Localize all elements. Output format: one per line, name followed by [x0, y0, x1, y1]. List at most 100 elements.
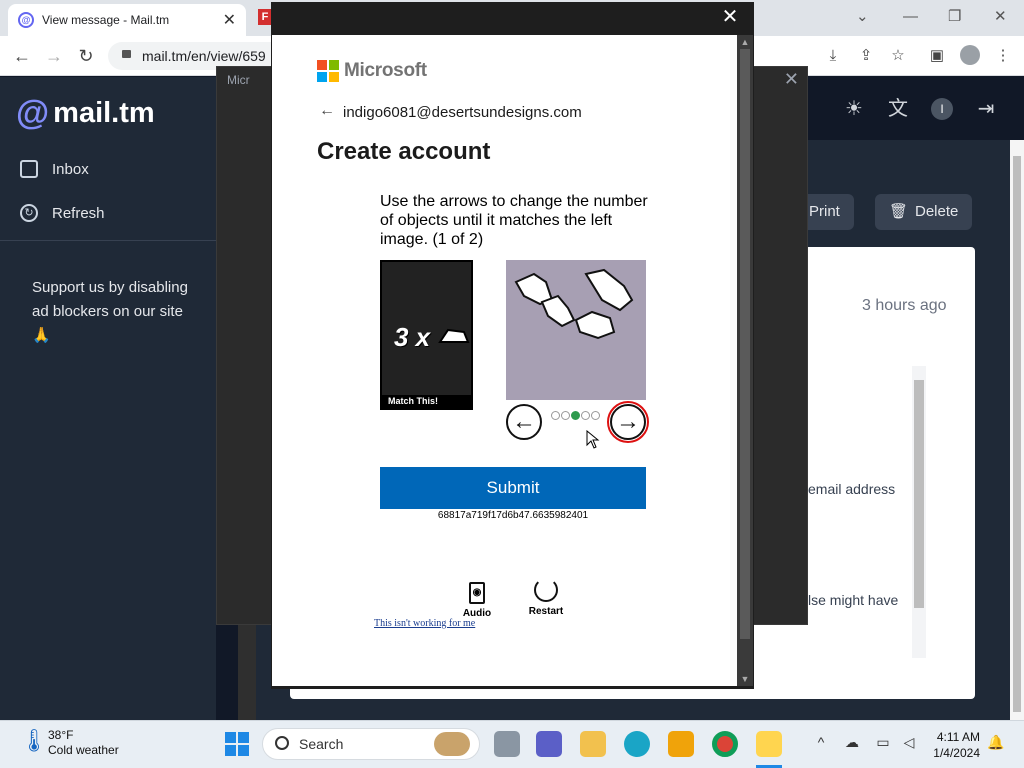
scrollbar-thumb[interactable] [914, 380, 924, 608]
session-id: 68817a719f17d6b47.6635982401 [437, 510, 589, 521]
notification-bell-icon[interactable]: 🔔 [986, 734, 1006, 751]
clock-date: 1/4/2024 [933, 746, 980, 760]
dialog-title: Micr [227, 73, 250, 87]
progress-dots [551, 411, 600, 420]
arrow-right-button[interactable]: → [607, 401, 649, 443]
submit-button[interactable]: Submit [380, 467, 646, 509]
search-highlight-icon [434, 732, 470, 756]
volume-icon[interactable]: ◁ [899, 734, 919, 751]
sidebar-item-label: Inbox [52, 160, 89, 178]
scrollbar-thumb[interactable] [1013, 156, 1021, 712]
edge-browser-icon[interactable] [624, 731, 650, 757]
at-logo-icon: @ [16, 94, 50, 132]
microsoft-wordmark: Microsoft [344, 60, 427, 81]
refresh-icon: ↻ [20, 204, 38, 222]
captcha-target-image: 3 x Match This! [380, 260, 473, 410]
close-window-icon[interactable]: ✕ [994, 0, 1007, 32]
back-icon[interactable]: ← [10, 44, 34, 68]
page-scrollbar[interactable] [1010, 140, 1024, 720]
message-scrollbar[interactable] [912, 366, 926, 658]
object-shape-icon [438, 328, 470, 343]
target-count: 3 x [394, 322, 431, 352]
message-line-1: email address [808, 481, 896, 497]
sidebar-item-inbox[interactable]: Inbox [20, 158, 89, 180]
restart-icon [534, 578, 558, 602]
weather-widget[interactable]: 🌡 38°F Cold weather [20, 728, 119, 758]
minimize-icon[interactable]: — [903, 0, 918, 32]
objects-illustration [514, 268, 634, 340]
bookmark-star-icon[interactable]: ☆ [888, 46, 908, 66]
weather-condition: Cold weather [48, 743, 119, 757]
browser-tab-2-favicon-icon[interactable]: F [258, 9, 272, 25]
browser-tab-active[interactable]: @ View message - Mail.tm ✕ [8, 4, 246, 36]
account-email: indigo6081@desertsundesigns.com [343, 104, 582, 121]
progress-dot [561, 411, 570, 420]
inbox-icon [20, 160, 38, 178]
not-working-link[interactable]: This isn't working for me [374, 618, 475, 629]
temperature: 38°F [48, 728, 74, 742]
tab-close-icon[interactable]: ✕ [223, 10, 236, 30]
site-logo[interactable]: @ mail.tm [16, 94, 155, 133]
arrow-left-button[interactable]: ← [506, 404, 542, 440]
side-panel-icon[interactable]: ▣ [927, 46, 947, 66]
tab-search-icon[interactable]: ⌄ [856, 0, 869, 32]
logo-text: mail.tm [53, 97, 155, 129]
progress-dot-active [571, 411, 580, 420]
store-icon[interactable] [668, 731, 694, 757]
trash-icon: 🗑 [889, 203, 909, 220]
search-icon [275, 736, 289, 750]
start-windows-icon[interactable] [225, 732, 249, 756]
reload-icon[interactable]: ↻ [74, 44, 98, 68]
install-icon[interactable]: ⤓ [823, 46, 843, 66]
support-text: Support us by disabling ad blockers on o… [32, 279, 188, 344]
restart-label: Restart [528, 606, 564, 617]
captcha-objects-image [506, 260, 646, 400]
user-avatar[interactable]: I [931, 98, 953, 120]
message-line-2: lse might have [808, 592, 899, 608]
speaker-icon: ◉ [469, 582, 485, 604]
sidebar-item-refresh[interactable]: ↻ Refresh [20, 202, 105, 224]
microsoft-logo-icon [317, 60, 339, 82]
system-clock[interactable]: 4:11 AM 1/4/2024 [926, 729, 980, 761]
left-scrollbar[interactable] [238, 625, 256, 720]
tray-overflow-icon[interactable]: ^ [811, 734, 831, 750]
progress-dot [551, 411, 560, 420]
thermometer-icon: 🌡 [20, 728, 48, 753]
back-arrow-icon[interactable]: ← [319, 102, 335, 120]
progress-dot [581, 411, 590, 420]
teams-chat-icon[interactable] [536, 731, 562, 757]
lock-icon[interactable] [122, 50, 131, 58]
network-icon[interactable]: ▭ [873, 734, 893, 751]
chrome-icon[interactable] [712, 731, 738, 757]
logout-icon[interactable]: ⇥ [973, 96, 999, 122]
mailtm-favicon-icon: @ [18, 12, 34, 28]
restart-button[interactable]: Restart [526, 578, 566, 617]
scroll-up-icon[interactable]: ▲ [737, 37, 753, 47]
scroll-down-icon[interactable]: ▼ [737, 674, 753, 684]
dialog-close-icon[interactable]: ✕ [784, 69, 799, 90]
menu-kebab-icon[interactable]: ⋮ [993, 46, 1013, 66]
delete-button[interactable]: 🗑 Delete [875, 194, 973, 230]
onedrive-tray-icon[interactable]: ☁ [842, 734, 862, 751]
delete-label: Delete [915, 203, 959, 220]
progress-dot [591, 411, 600, 420]
forward-icon[interactable]: → [42, 44, 66, 68]
tab-title: View message - Mail.tm [42, 13, 170, 27]
popup-close-icon[interactable]: ✕ [720, 6, 740, 28]
restore-icon[interactable]: ❐ [948, 0, 961, 32]
clock-time: 4:11 AM [936, 730, 980, 744]
profile-avatar-icon[interactable] [960, 45, 980, 65]
task-view-icon[interactable] [494, 731, 520, 757]
audio-button[interactable]: ◉ Audio [462, 582, 492, 619]
page-title: Create account [317, 138, 491, 165]
onedrive-app-icon[interactable] [756, 731, 782, 757]
scrollbar-thumb[interactable] [740, 49, 750, 639]
file-explorer-icon[interactable] [580, 731, 606, 757]
theme-sun-icon[interactable]: ☀ [841, 96, 867, 122]
translate-icon[interactable]: 文 [885, 96, 911, 122]
sidebar-item-label: Refresh [52, 204, 105, 222]
popup-scrollbar[interactable]: ▲ ▼ [737, 35, 753, 686]
match-caption: Match This! [382, 395, 471, 408]
sidebar-divider [0, 240, 216, 241]
share-icon[interactable]: ⇪ [856, 46, 876, 66]
